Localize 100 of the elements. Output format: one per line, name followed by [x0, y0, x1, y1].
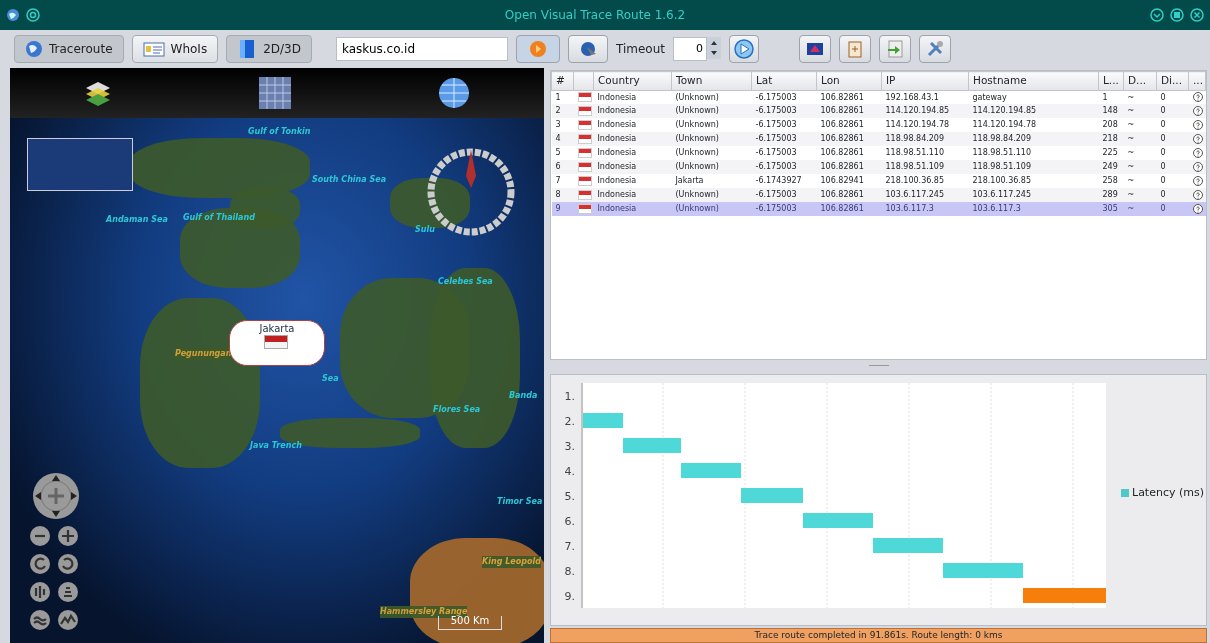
axis-label: 1. [564, 389, 575, 403]
id-card-icon [142, 40, 165, 58]
table-cell: 118.98.51.109 [972, 162, 1032, 172]
table-cell: (Unknown) [675, 148, 719, 158]
axis-label: 8. [564, 564, 575, 578]
table-cell: Indonesia [597, 162, 637, 172]
table-cell: Indonesia [597, 92, 637, 102]
map-button[interactable] [567, 35, 608, 63]
map-label: Sea [322, 373, 339, 385]
table-cell: ~ [1127, 120, 1135, 130]
mode-button[interactable]: 2D/3D [226, 35, 312, 63]
help-icon[interactable] [1192, 189, 1203, 200]
table-cell: -6.175003 [755, 162, 797, 172]
table-cell: 103.6.117.3 [885, 204, 934, 214]
export-button[interactable] [879, 35, 911, 63]
help-icon[interactable] [1192, 105, 1203, 116]
mountain-icon[interactable] [58, 610, 78, 630]
maximize-icon[interactable] [1170, 8, 1184, 22]
axis-label: 9. [564, 589, 575, 603]
minimize-icon[interactable] [1150, 8, 1164, 22]
table-cell: 0 [1160, 92, 1166, 102]
status-bar: Trace route completed in 91.861s. Route length: 0 kms [550, 628, 1207, 643]
table-cell: -6.175003 [755, 148, 797, 158]
axis-label: 6. [564, 514, 575, 528]
column-header[interactable]: # [551, 71, 574, 91]
column-header[interactable]: Di... [1156, 71, 1189, 91]
timeout-label: Timeout [615, 41, 665, 58]
start-button[interactable] [729, 35, 759, 63]
globe-icon[interactable] [438, 77, 471, 109]
screenshot-button[interactable] [799, 35, 831, 63]
bars-icon[interactable] [30, 582, 50, 602]
column-header[interactable]: Country [593, 71, 672, 91]
column-header[interactable]: Hostname [968, 71, 1099, 91]
help-icon[interactable] [1192, 147, 1203, 158]
axis-label: 3. [564, 439, 575, 453]
column-header[interactable]: Lon [816, 71, 882, 91]
help-icon[interactable] [1192, 92, 1203, 102]
settings-button[interactable] [919, 35, 951, 63]
zoom-out-icon[interactable] [30, 526, 50, 546]
table-cell: 0 [1160, 120, 1166, 130]
table-cell: ~ [1127, 134, 1135, 144]
target-icon[interactable] [26, 8, 40, 22]
table-cell: 118.98.51.110 [972, 148, 1032, 158]
table-cell: -6.175003 [755, 120, 797, 130]
close-icon[interactable] [1190, 8, 1204, 22]
legend-label: Latency (ms) [1132, 484, 1204, 501]
timeout-field[interactable]: 0 [673, 37, 707, 61]
table-cell: 289 [1102, 190, 1118, 200]
rotate-icon[interactable] [58, 554, 78, 574]
table-cell: ~ [1127, 106, 1135, 116]
wave-icon[interactable] [30, 610, 50, 630]
window-title: Open Visual Trace Route 1.6.2 [503, 7, 687, 24]
table-cell: 106.82861 [820, 106, 864, 116]
stack-icon[interactable] [58, 582, 78, 602]
table-cell: (Unknown) [675, 106, 719, 116]
help-icon[interactable] [1192, 203, 1203, 214]
overview-map[interactable] [27, 138, 133, 191]
flag-icon [577, 203, 592, 214]
table-cell: ~ [1127, 92, 1135, 102]
table-cell: 148 [1102, 106, 1118, 116]
table-cell: 8 [555, 190, 561, 200]
table-cell: 0 [1160, 190, 1166, 200]
table-cell: 6 [555, 162, 561, 172]
table-cell: -6.175003 [755, 92, 797, 102]
table-cell: 0 [1160, 106, 1166, 116]
table-cell: 118.98.84.209 [885, 134, 945, 144]
help-icon[interactable] [1192, 161, 1203, 172]
table-cell: 114.120.194.78 [885, 120, 950, 130]
help-icon[interactable] [1192, 119, 1203, 130]
table-cell: ~ [1127, 204, 1135, 214]
axis-label: 7. [564, 539, 575, 553]
map-label: Timor Sea [497, 496, 543, 508]
help-icon[interactable] [1192, 175, 1203, 186]
table-cell: Indonesia [597, 190, 637, 200]
table-cell: 0 [1160, 162, 1166, 172]
rotate-icon[interactable] [30, 554, 50, 574]
table-cell: (Unknown) [675, 92, 719, 102]
table-cell: 106.82861 [820, 204, 864, 214]
mode-button[interactable]: WhoIs [131, 35, 219, 63]
column-header[interactable]: L... [1098, 71, 1124, 91]
table-cell: 106.82861 [820, 162, 864, 172]
column-header[interactable]: Town [671, 71, 752, 91]
help-icon[interactable] [1192, 133, 1203, 144]
table-cell: 114.120.194.85 [972, 106, 1037, 116]
zoom-in-icon[interactable] [58, 526, 78, 546]
column-header[interactable]: D... [1123, 71, 1157, 91]
mode-button[interactable]: Traceroute [14, 35, 124, 63]
column-header[interactable]: IP [881, 71, 969, 91]
table-cell: 192.168.43.1 [885, 92, 939, 102]
host-field[interactable]: kaskus.co.id [335, 37, 508, 61]
table-cell: 258 [1102, 176, 1118, 186]
table-cell: 114.120.194.78 [972, 120, 1037, 130]
map-label: Gulf of Tonkin [248, 126, 311, 138]
export-icon [886, 40, 904, 58]
table-cell: -6.175003 [755, 106, 797, 116]
table-cell: 106.82861 [820, 190, 864, 200]
table-cell: 103.6.117.3 [972, 204, 1021, 214]
pan-control-icon[interactable] [32, 472, 80, 520]
column-header[interactable]: Lat [751, 71, 817, 91]
table-cell: 118.98.84.209 [972, 134, 1032, 144]
